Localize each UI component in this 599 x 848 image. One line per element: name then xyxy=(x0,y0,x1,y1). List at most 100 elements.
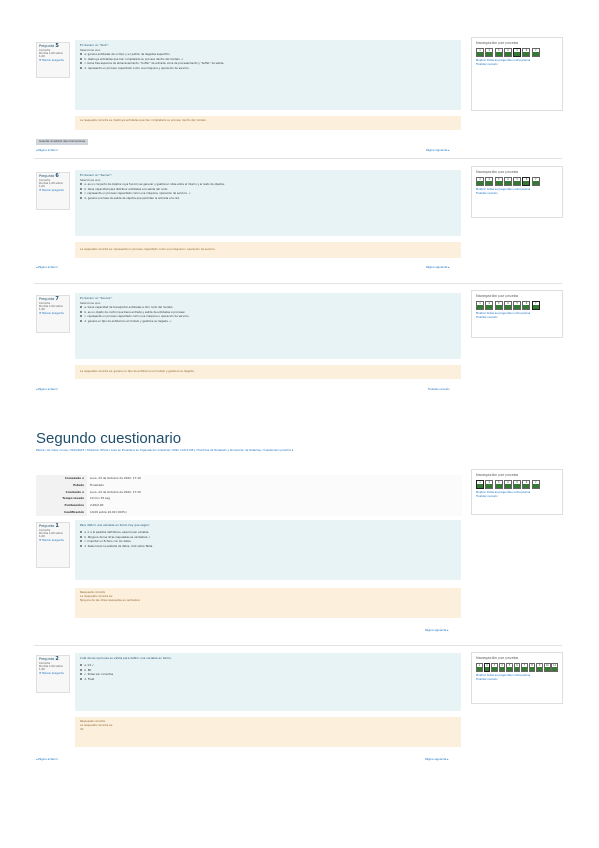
quiz-nav-button[interactable]: 1 xyxy=(476,663,483,672)
radio-button[interactable] xyxy=(80,187,83,190)
radio-button[interactable] xyxy=(80,53,83,56)
radio-button[interactable] xyxy=(80,535,83,538)
quiz-nav-button[interactable]: 2 xyxy=(485,301,494,310)
quiz-nav-button[interactable]: 6 xyxy=(522,480,531,489)
answer-option[interactable]: d. representa un proceso capacitado como… xyxy=(80,66,456,72)
next-page-link[interactable]: Página siguiente ▸ xyxy=(425,629,449,633)
quiz-nav-button[interactable]: 5 xyxy=(513,301,522,310)
radio-button[interactable] xyxy=(80,57,83,60)
radio-button[interactable] xyxy=(80,531,83,534)
finish-review-link[interactable]: Finalizar revisión xyxy=(476,192,558,196)
quiz-nav-button[interactable]: 1 xyxy=(476,480,484,489)
feedback-answer: Int xyxy=(80,727,84,731)
radio-button[interactable] xyxy=(80,183,83,186)
radio-button[interactable] xyxy=(80,315,83,318)
breadcrumb[interactable]: Páxina / Os meus cursos / 2022/2023 / Ti… xyxy=(36,449,462,453)
quiz-nav-button[interactable]: 1 xyxy=(476,177,484,186)
next-page-link[interactable]: Página siguiente ▸ xyxy=(426,149,450,153)
finish-review-link[interactable]: Finalizar revisión xyxy=(476,316,558,320)
quiz-nav-button[interactable]: 3 xyxy=(494,480,503,489)
quiz-nav-button[interactable]: 8 xyxy=(528,663,536,672)
quiz-nav-button[interactable]: 6 xyxy=(513,663,521,672)
finish-review-link[interactable]: Finalizar revisión xyxy=(476,63,558,67)
quiz-nav-button[interactable]: 3 xyxy=(494,301,503,310)
quiz-nav-button[interactable]: 11 xyxy=(551,663,559,672)
finish-review-link[interactable]: Finalizar revisión xyxy=(476,678,558,682)
correct-status-fill xyxy=(495,483,502,488)
summary-row: Estado Finalizado xyxy=(36,481,462,489)
quiz-nav-button[interactable]: 5 xyxy=(513,177,522,186)
question-info-6: Pregunta 6 Correcta Puntúa 1,00 sobre 1,… xyxy=(36,172,70,210)
quiz-nav-button[interactable]: 6 xyxy=(522,177,531,186)
save-flags-button[interactable]: Guardar el estado das marcaciones xyxy=(36,139,89,145)
correct-status-fill xyxy=(477,51,483,56)
prev-page-link[interactable]: ◂ Página anterior xyxy=(36,266,58,270)
quiz-nav-button[interactable]: 2 xyxy=(485,480,494,489)
radio-button[interactable] xyxy=(80,677,83,680)
summary-key: Concluído o xyxy=(36,488,87,496)
answer-options: a. tiene capacidad de transportar entida… xyxy=(80,306,456,324)
quiz-nav-button[interactable]: 3 xyxy=(494,48,503,57)
radio-button[interactable] xyxy=(80,62,83,65)
quiz-nav-button[interactable]: 4 xyxy=(503,480,512,489)
question-number: 1 xyxy=(55,523,59,529)
radio-button[interactable] xyxy=(80,196,83,199)
flag-question-link[interactable]: ⚑ Marcar pregunta xyxy=(39,312,67,315)
radio-button[interactable] xyxy=(80,319,83,322)
quiz-nav-button[interactable]: 7 xyxy=(531,48,540,57)
quiz-nav-button[interactable]: 1 xyxy=(476,301,484,310)
prev-page-link[interactable]: ◂ Página anterior xyxy=(36,758,58,762)
question-number: 2 xyxy=(55,656,59,662)
quiz-nav-button[interactable]: 6 xyxy=(522,48,531,57)
next-page-link[interactable]: Página siguiente ▸ xyxy=(426,266,450,270)
quiz-nav-button[interactable]: 5 xyxy=(506,663,513,672)
flag-question-link[interactable]: ⚑ Marcar pregunta xyxy=(39,59,67,62)
prev-page-link[interactable]: ◂ Página anterior xyxy=(36,388,58,392)
quiz-nav-button[interactable]: 7 xyxy=(531,177,540,186)
option-text: es un objeto de control que tiene entrad… xyxy=(87,310,186,314)
correct-check-icon: ✔ xyxy=(91,664,95,668)
quiz-nav-button[interactable]: 5 xyxy=(513,480,522,489)
radio-button[interactable] xyxy=(80,192,83,195)
feedback-text: La respuesta correcta es: destruye entid… xyxy=(80,119,207,122)
radio-button[interactable] xyxy=(80,66,83,69)
radio-button[interactable] xyxy=(80,668,83,671)
answer-option[interactable]: d. genera un tipo de entidad en el model… xyxy=(80,319,456,325)
quiz-nav-button[interactable]: 4 xyxy=(503,177,512,186)
question-number: 6 xyxy=(55,173,59,179)
next-page-link[interactable]: Página siguiente ▸ xyxy=(425,758,449,762)
quiz-nav-button[interactable]: 2 xyxy=(485,48,494,57)
flag-question-link[interactable]: ⚑ Marcar pregunta xyxy=(39,189,67,192)
radio-button[interactable] xyxy=(80,540,83,543)
answer-option[interactable]: d. Float xyxy=(80,677,456,683)
radio-button[interactable] xyxy=(80,544,83,547)
quiz-nav-button[interactable]: 4 xyxy=(503,48,512,57)
prev-page-link[interactable]: ◂ Página anterior xyxy=(36,149,58,153)
flag-question-link[interactable]: ⚑ Marcar pregunta xyxy=(39,672,67,675)
radio-button[interactable] xyxy=(80,664,83,667)
quiz-nav-button[interactable]: 7 xyxy=(531,480,540,489)
quiz-nav-button[interactable]: 2 xyxy=(483,663,491,672)
quiz-nav-button[interactable]: 3 xyxy=(494,177,503,186)
quiz-nav-button[interactable]: 10 xyxy=(543,663,551,672)
quiz-nav-button[interactable]: 7 xyxy=(521,663,528,672)
answer-option[interactable]: d. genera una tasa de salida de objetos … xyxy=(80,196,456,202)
question-p2-1-box: Para definir una variable en Simio hay q… xyxy=(75,520,461,580)
quiz-nav-button[interactable]: 9 xyxy=(536,663,543,672)
quiz-nav-button[interactable]: 3 xyxy=(491,663,498,672)
radio-button[interactable] xyxy=(80,306,83,309)
flag-question-link[interactable]: ⚑ Marcar pregunta xyxy=(39,539,67,542)
quiz-nav-button[interactable]: 1 xyxy=(476,48,484,57)
radio-button[interactable] xyxy=(80,673,83,676)
quiz-nav-button[interactable]: 7 xyxy=(531,301,540,310)
quiz-nav-button[interactable]: 5 xyxy=(513,48,522,57)
finish-review-link[interactable]: Finalizar revisión xyxy=(428,388,450,392)
quiz-nav-button[interactable]: 4 xyxy=(498,663,506,672)
finish-review-link[interactable]: Finalizar revisión xyxy=(476,495,558,499)
answer-option[interactable]: d. Seleccionar la pestaña de datos, clic… xyxy=(80,544,456,550)
quiz-nav-button[interactable]: 4 xyxy=(503,301,512,310)
quiz-nav-button[interactable]: 2 xyxy=(485,177,494,186)
quiz-nav-button[interactable]: 6 xyxy=(522,301,531,310)
radio-button[interactable] xyxy=(80,310,83,313)
feedback-box-p2-2: Respuesta correcta La respuesta correcta… xyxy=(75,717,461,747)
